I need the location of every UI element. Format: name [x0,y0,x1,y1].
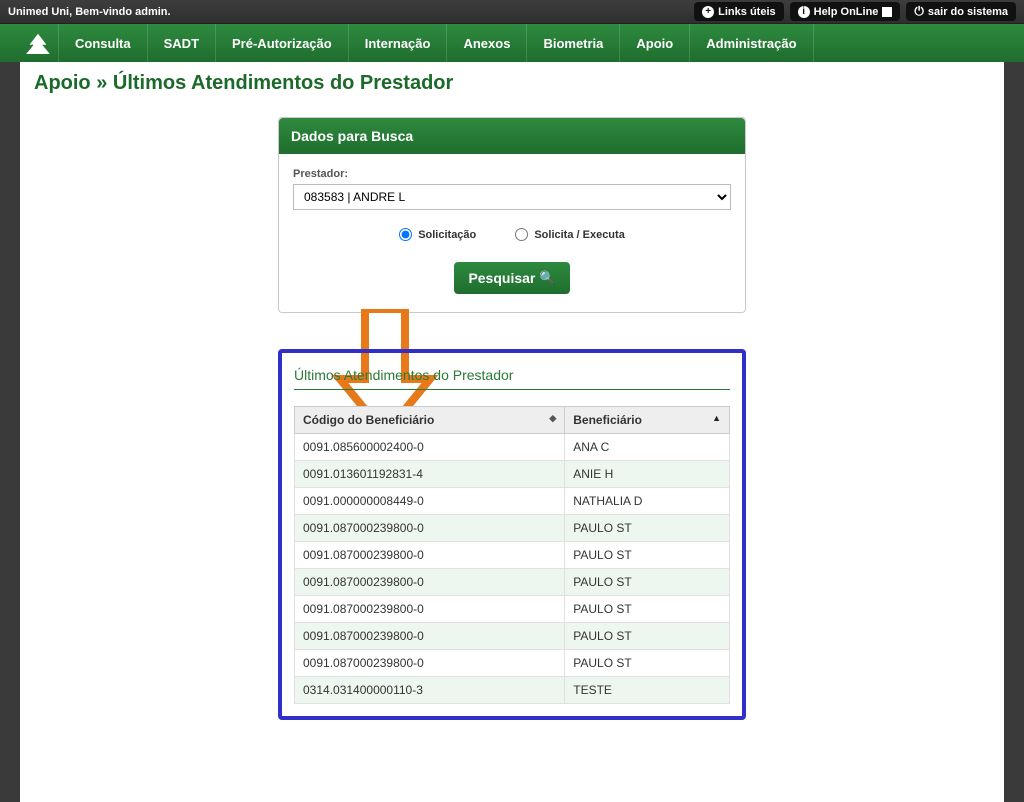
cell-beneficiario: PAULO ST [565,515,730,542]
radio-solicita-executa-input[interactable] [515,228,528,241]
radio-solicitacao[interactable]: Solicitação [399,228,476,241]
prestador-label: Prestador: [293,168,731,180]
welcome-text: Unimed Uni, Bem-vindo admin. [8,6,171,18]
table-row[interactable]: 0091.087000239800-0PAULO ST [295,569,730,596]
cell-beneficiario: PAULO ST [565,596,730,623]
cell-beneficiario: PAULO ST [565,650,730,677]
nav-item-anexos[interactable]: Anexos [446,24,526,62]
col-header-beneficiario[interactable]: Beneficiário ▲ [565,407,730,434]
search-panel: Dados para Busca Prestador: 083583 | AND… [278,117,746,313]
cell-beneficiario: NATHALIA D [565,488,730,515]
power-icon: ⏻ [914,4,924,19]
table-row[interactable]: 0091.000000008449-0NATHALIA D [295,488,730,515]
info-icon: i [798,6,810,18]
table-row[interactable]: 0091.087000239800-0PAULO ST [295,650,730,677]
cell-codigo: 0091.087000239800-0 [295,596,565,623]
cell-codigo: 0091.087000239800-0 [295,515,565,542]
sair-label: sair do sistema [928,6,1008,18]
table-row[interactable]: 0091.013601192831-4ANIE H [295,461,730,488]
page-content: Apoio » Últimos Atendimentos do Prestado… [20,62,1004,802]
sair-button[interactable]: ⏻ sair do sistema [906,2,1016,21]
results-table: Código do Beneficiário ◆ Beneficiário ▲ … [294,406,730,704]
search-panel-header: Dados para Busca [279,118,745,154]
table-row[interactable]: 0091.087000239800-0PAULO ST [295,596,730,623]
table-row[interactable]: 0091.085600002400-0ANA C [295,434,730,461]
cell-beneficiario: PAULO ST [565,542,730,569]
sort-asc-icon: ▲ [712,413,721,423]
plus-icon: + [702,6,714,18]
cell-beneficiario: TESTE [565,677,730,704]
results-title: Últimos Atendimentos do Prestador [294,367,730,390]
cell-beneficiario: PAULO ST [565,569,730,596]
pesquisar-button[interactable]: Pesquisar🔍 [454,262,569,294]
nav-item-administracao[interactable]: Administração [689,24,813,62]
cell-codigo: 0091.087000239800-0 [295,542,565,569]
cell-codigo: 0091.013601192831-4 [295,461,565,488]
help-online-button[interactable]: i Help OnLine [790,2,901,21]
cell-codigo: 0314.031400000110-3 [295,677,565,704]
breadcrumb: Apoio » Últimos Atendimentos do Prestado… [20,62,1004,103]
help-online-label: Help OnLine [814,6,879,18]
cell-codigo: 0091.000000008449-0 [295,488,565,515]
logo-icon [18,24,58,62]
table-row[interactable]: 0091.087000239800-0PAULO ST [295,623,730,650]
square-icon [882,7,892,17]
radio-group: Solicitação Solicita / Executa [293,228,731,244]
cell-beneficiario: PAULO ST [565,623,730,650]
sort-icon: ◆ [549,413,556,424]
nav-item-pre-autorizacao[interactable]: Pré-Autorização [215,24,348,62]
cell-codigo: 0091.087000239800-0 [295,623,565,650]
table-row[interactable]: 0314.031400000110-3TESTE [295,677,730,704]
prestador-select[interactable]: 083583 | ANDRE L [293,184,731,210]
radio-solicitacao-input[interactable] [399,228,412,241]
cell-codigo: 0091.087000239800-0 [295,569,565,596]
results-panel: Últimos Atendimentos do Prestador Código… [278,349,746,720]
table-row[interactable]: 0091.087000239800-0PAULO ST [295,515,730,542]
nav-item-sadt[interactable]: SADT [147,24,215,62]
links-uteis-label: Links úteis [718,6,775,18]
nav-item-biometria[interactable]: Biometria [526,24,619,62]
nav-item-consulta[interactable]: Consulta [58,24,147,62]
col-header-codigo[interactable]: Código do Beneficiário ◆ [295,407,565,434]
search-icon: 🔍 [539,270,555,286]
cell-beneficiario: ANIE H [565,461,730,488]
nav-item-apoio[interactable]: Apoio [619,24,689,62]
table-row[interactable]: 0091.087000239800-0PAULO ST [295,542,730,569]
radio-solicita-executa[interactable]: Solicita / Executa [515,228,624,241]
nav-item-internacao[interactable]: Internação [348,24,447,62]
cell-codigo: 0091.087000239800-0 [295,650,565,677]
cell-beneficiario: ANA C [565,434,730,461]
cell-codigo: 0091.085600002400-0 [295,434,565,461]
links-uteis-button[interactable]: + Links úteis [694,2,783,21]
main-nav: Consulta SADT Pré-Autorização Internação… [0,24,1024,62]
top-bar: Unimed Uni, Bem-vindo admin. + Links úte… [0,0,1024,24]
